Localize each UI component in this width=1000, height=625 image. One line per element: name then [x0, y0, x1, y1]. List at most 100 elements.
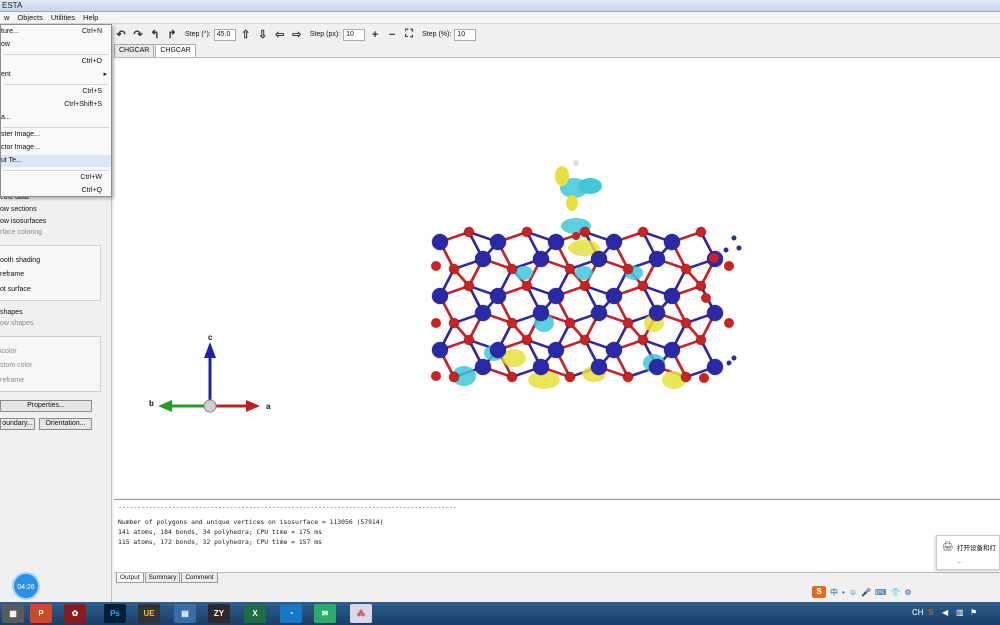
taskbar-app-icon[interactable]: ▦	[2, 604, 24, 623]
oxygen-atom	[637, 226, 649, 238]
ime-keyboard-icon[interactable]: ⌨	[875, 588, 887, 597]
arrow-down-icon[interactable]: ⇩	[256, 28, 270, 42]
dot-surface-radio[interactable]: ot surface	[0, 286, 31, 293]
step-degree-input[interactable]: 45.0	[213, 28, 236, 41]
isosurface-lobe	[578, 178, 602, 194]
tray-flag-icon[interactable]: ⚑	[970, 608, 977, 617]
ime-settings-icon[interactable]: ⚙	[904, 588, 911, 597]
zoom-in-icon[interactable]: +	[368, 28, 382, 42]
menu-item-export-vector[interactable]: ctor Image...	[1, 142, 111, 154]
oxygen-atom	[695, 334, 707, 346]
tray-sogou-icon[interactable]: S	[928, 608, 933, 617]
rotate-right-icon[interactable]: ↱	[165, 28, 179, 42]
fit-window-icon[interactable]: ⛶	[402, 28, 416, 42]
oxygen-atom	[431, 318, 441, 328]
metal-atom	[663, 233, 681, 251]
ime-voice-icon[interactable]: 🎤	[861, 588, 871, 597]
oxygen-atom	[572, 232, 580, 240]
taskbar-edge-icon[interactable]: ◔	[280, 604, 302, 623]
device-icon: 🖨	[942, 541, 954, 551]
taskbar-excel-icon[interactable]: X	[244, 604, 266, 623]
sogou-logo-icon[interactable]: S	[812, 586, 826, 598]
menu-item-output-text[interactable]: ut Te...	[1, 155, 111, 167]
oxygen-atom	[431, 261, 441, 271]
surface-coloring-checkbox[interactable]: rface coloring	[0, 229, 42, 236]
ime-punct-icon[interactable]: •	[842, 588, 845, 597]
taskbar-powerpoint-icon[interactable]: P	[30, 604, 52, 623]
tab-chgcar-2[interactable]: CHGCAR	[155, 44, 196, 57]
metal-atom	[590, 358, 608, 376]
orientation-button[interactable]: Orientation...	[39, 418, 92, 430]
menu-help[interactable]: Help	[79, 12, 102, 23]
taskbar-photoshop-icon[interactable]: Ps	[104, 604, 126, 623]
boundary-button[interactable]: oundary...	[0, 418, 35, 430]
arrow-left-icon[interactable]: ⇦	[273, 28, 287, 42]
oxygen-atom	[695, 280, 707, 292]
menu-utilities[interactable]: Utilities	[47, 12, 79, 23]
menu-item-export-data[interactable]: a...	[1, 112, 111, 124]
tab-output[interactable]: Output	[116, 573, 144, 583]
wireframe-shape-radio[interactable]: reframe	[0, 377, 24, 384]
structure-viewport[interactable]: c b a	[114, 57, 1000, 498]
step-pct-input[interactable]: 10	[454, 28, 477, 41]
menu-item-export-raster[interactable]: ster Image...	[1, 129, 111, 141]
metal-atom	[532, 250, 550, 268]
menu-item-recent[interactable]: ent ▸	[1, 69, 111, 81]
step-degree-label: Step (°):	[185, 31, 211, 38]
tab-summary[interactable]: Summary	[144, 573, 181, 583]
show-sections-checkbox[interactable]: ow sections	[0, 206, 37, 213]
rotate-left-icon[interactable]: ↰	[148, 28, 162, 42]
tab-comment[interactable]: Comment	[181, 573, 218, 583]
oxygen-atom	[680, 263, 692, 275]
oxygen-atom	[695, 226, 707, 238]
menu-item-open[interactable]: Ctrl+O	[1, 56, 111, 68]
metal-atom	[726, 360, 732, 366]
wireframe-radio[interactable]: reframe	[0, 271, 24, 278]
properties-button[interactable]: Properties...	[0, 400, 92, 412]
oxygen-atom	[564, 371, 576, 383]
menu-item-save-as[interactable]: Ctrl+Shift+S	[1, 99, 111, 111]
taskbar-wechat-icon[interactable]: ✉	[314, 604, 336, 623]
oxygen-atom	[506, 371, 518, 383]
taskbar-ue-icon[interactable]: UE	[138, 604, 160, 623]
taskbar-app-icon[interactable]: ✿	[64, 604, 86, 623]
metal-atom	[431, 287, 449, 305]
oxygen-atom	[680, 317, 692, 329]
oxygen-atom	[448, 371, 460, 383]
step-px-input[interactable]: 10	[343, 28, 366, 41]
taskbar-zy-icon[interactable]: ZY	[208, 604, 230, 623]
zoom-out-icon[interactable]: −	[385, 28, 399, 42]
color-radio[interactable]: icolor	[0, 348, 17, 355]
menu-item-new-structure[interactable]: ture... Ctrl+N	[1, 26, 111, 38]
arrow-up-icon[interactable]: ⇧	[239, 28, 253, 42]
custom-color-radio[interactable]: stom color	[0, 362, 32, 369]
oxygen-atom	[579, 226, 591, 238]
ime-skin-icon[interactable]: 👕	[891, 588, 901, 597]
taskbar-calculator-icon[interactable]: ▤	[174, 604, 196, 623]
metal-atom	[706, 358, 724, 376]
menu-item-exit[interactable]: Ctrl+Q	[1, 185, 111, 197]
tray-ime-icon[interactable]: CH	[912, 608, 924, 617]
tray-volume-icon[interactable]: ◀	[942, 608, 948, 617]
redo-icon[interactable]: ↷	[131, 28, 145, 42]
taskbar-vesta-icon[interactable]: ⁂	[350, 604, 372, 623]
arrow-right-icon[interactable]: ⇨	[290, 28, 304, 42]
menu-view[interactable]: w	[0, 12, 13, 23]
show-isosurfaces-checkbox[interactable]: ow isosurfaces	[0, 218, 46, 225]
show-shapes-checkbox[interactable]: ow shapes	[0, 320, 33, 327]
menu-item-save[interactable]: Ctrl+S	[1, 86, 111, 98]
tray-network-icon[interactable]: ▥	[956, 608, 964, 617]
ime-mode-icon[interactable]: 中	[830, 587, 838, 598]
metal-atom	[736, 245, 742, 251]
oxygen-atom	[564, 317, 576, 329]
menu-item-new-window[interactable]: ow	[1, 39, 111, 51]
smooth-shading-radio[interactable]: ooth shading	[0, 257, 40, 264]
menu-objects[interactable]: Objects	[13, 12, 46, 23]
ime-emoji-icon[interactable]: ☺	[849, 588, 857, 597]
undo-icon[interactable]: ↶	[114, 28, 128, 42]
metal-atom	[489, 287, 507, 305]
menu-item-close[interactable]: Ctrl+W	[1, 172, 111, 184]
hydrogen-atom	[573, 160, 579, 166]
tab-chgcar-1[interactable]: CHGCAR	[114, 44, 155, 57]
notification-popup[interactable]: 🖨 打开设备和打 ...	[936, 535, 1000, 570]
